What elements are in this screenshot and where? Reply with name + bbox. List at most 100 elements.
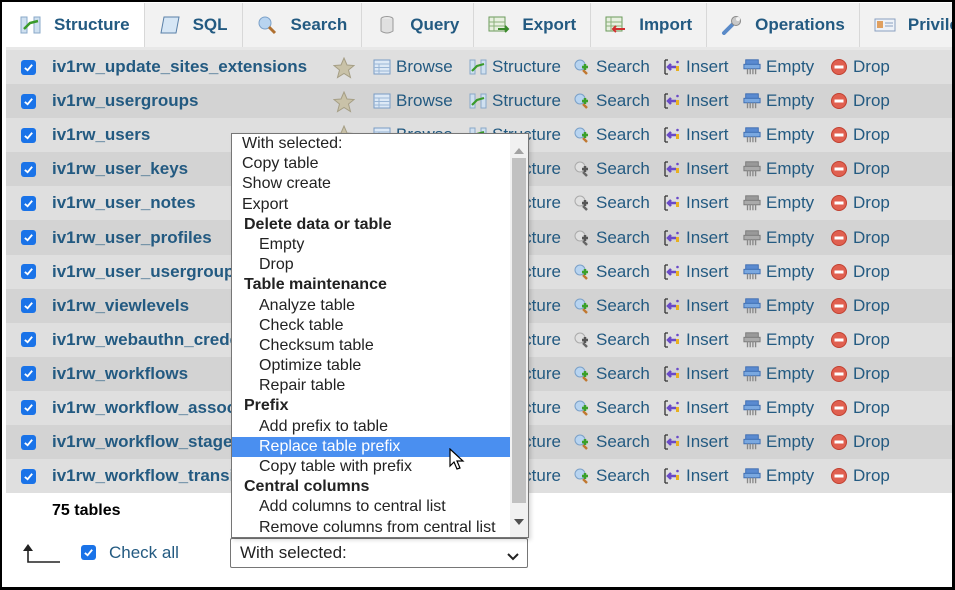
search-link[interactable]: Search <box>573 125 650 145</box>
table-name-link[interactable]: iv1rw_workflow_transit <box>52 466 240 486</box>
scroll-up-arrow-icon[interactable] <box>514 141 524 159</box>
dropdown-scrollbar[interactable] <box>510 134 528 537</box>
empty-link[interactable]: Empty <box>743 432 814 452</box>
table-name-link[interactable]: iv1rw_workflows <box>52 364 188 384</box>
search-link[interactable]: Search <box>573 159 650 179</box>
empty-link[interactable]: Empty <box>743 262 814 282</box>
row-checkbox[interactable] <box>21 127 36 143</box>
empty-link[interactable]: Empty <box>743 466 814 486</box>
with-selected-dropdown[interactable]: With selected: Copy table Show create Expor… <box>231 133 529 538</box>
search-link[interactable]: Search <box>573 193 650 213</box>
dropdown-option[interactable]: Add prefix to table <box>232 417 510 437</box>
row-checkbox[interactable] <box>21 434 36 450</box>
table-name-link[interactable]: iv1rw_update_sites_extensions <box>52 57 307 77</box>
insert-link[interactable]: Insert <box>663 398 729 418</box>
favorite-star-icon[interactable] <box>332 56 356 84</box>
dropdown-option[interactable]: Copy table with prefix <box>232 457 510 477</box>
row-checkbox[interactable] <box>21 59 36 75</box>
empty-link[interactable]: Empty <box>743 398 814 418</box>
drop-link[interactable]: Drop <box>830 228 890 248</box>
search-link[interactable]: Search <box>573 262 650 282</box>
insert-link[interactable]: Insert <box>663 228 729 248</box>
browse-link[interactable]: Browse <box>373 91 453 111</box>
tab-sql[interactable]: SQL <box>144 3 243 47</box>
dropdown-option[interactable]: Add columns to central list <box>232 497 510 517</box>
row-checkbox[interactable] <box>21 195 36 211</box>
tab-query[interactable]: Query <box>362 3 475 47</box>
insert-link[interactable]: Insert <box>663 193 729 213</box>
drop-link[interactable]: Drop <box>830 466 890 486</box>
table-name-link[interactable]: iv1rw_user_notes <box>52 193 196 213</box>
favorite-star-icon[interactable] <box>332 90 356 118</box>
table-name-link[interactable]: iv1rw_viewlevels <box>52 296 189 316</box>
search-link[interactable]: Search <box>573 432 650 452</box>
row-checkbox[interactable] <box>21 400 36 416</box>
search-link[interactable]: Search <box>573 330 650 350</box>
row-checkbox[interactable] <box>21 366 36 382</box>
insert-link[interactable]: Insert <box>663 91 729 111</box>
dropdown-option[interactable]: Empty <box>232 235 510 255</box>
search-link[interactable]: Search <box>573 364 650 384</box>
insert-link[interactable]: Insert <box>663 57 729 77</box>
row-checkbox[interactable] <box>21 332 36 348</box>
search-link[interactable]: Search <box>573 57 650 77</box>
drop-link[interactable]: Drop <box>830 398 890 418</box>
drop-link[interactable]: Drop <box>830 125 890 145</box>
drop-link[interactable]: Drop <box>830 262 890 282</box>
tab-privileges[interactable]: Privileges <box>859 3 952 47</box>
dropdown-option[interactable]: Replace table prefix <box>232 436 510 457</box>
insert-link[interactable]: Insert <box>663 330 729 350</box>
empty-link[interactable]: Empty <box>743 228 814 248</box>
drop-link[interactable]: Drop <box>830 57 890 77</box>
drop-link[interactable]: Drop <box>830 159 890 179</box>
insert-link[interactable]: Insert <box>663 159 729 179</box>
row-checkbox[interactable] <box>21 468 36 484</box>
dropdown-option[interactable]: Remove columns from central list <box>232 518 510 537</box>
search-link[interactable]: Search <box>573 398 650 418</box>
table-name-link[interactable]: iv1rw_user_usergroup_ <box>52 262 244 282</box>
dropdown-option[interactable]: With selected: <box>232 134 510 154</box>
drop-link[interactable]: Drop <box>830 193 890 213</box>
drop-link[interactable]: Drop <box>830 296 890 316</box>
empty-link[interactable]: Empty <box>743 91 814 111</box>
search-link[interactable]: Search <box>573 466 650 486</box>
structure-link[interactable]: Structure <box>469 91 561 111</box>
row-checkbox[interactable] <box>21 298 36 314</box>
tab-operations[interactable]: Operations <box>707 3 860 47</box>
empty-link[interactable]: Empty <box>743 330 814 350</box>
insert-link[interactable]: Insert <box>663 296 729 316</box>
table-name-link[interactable]: iv1rw_users <box>52 125 150 145</box>
empty-link[interactable]: Empty <box>743 125 814 145</box>
scrollbar-thumb[interactable] <box>512 158 526 503</box>
structure-link[interactable]: Structure <box>469 57 561 77</box>
tab-export[interactable]: Export <box>474 3 592 47</box>
table-name-link[interactable]: iv1rw_workflow_assoc <box>52 398 236 418</box>
tab-structure[interactable]: Structure <box>6 3 145 47</box>
dropdown-option[interactable]: Export <box>232 195 510 215</box>
row-checkbox[interactable] <box>21 230 36 246</box>
table-name-link[interactable]: iv1rw_webauthn_crede <box>52 330 239 350</box>
insert-link[interactable]: Insert <box>663 364 729 384</box>
dropdown-option[interactable]: Checksum table <box>232 336 510 356</box>
row-checkbox[interactable] <box>21 264 36 280</box>
empty-link[interactable]: Empty <box>743 296 814 316</box>
check-all-label[interactable]: Check all <box>109 543 179 563</box>
search-link[interactable]: Search <box>573 296 650 316</box>
tab-import[interactable]: Import <box>591 3 708 47</box>
check-all-checkbox[interactable] <box>81 545 96 560</box>
search-link[interactable]: Search <box>573 91 650 111</box>
table-name-link[interactable]: iv1rw_user_profiles <box>52 228 212 248</box>
scroll-down-arrow-icon[interactable] <box>514 512 524 530</box>
insert-link[interactable]: Insert <box>663 432 729 452</box>
insert-link[interactable]: Insert <box>663 262 729 282</box>
drop-link[interactable]: Drop <box>830 364 890 384</box>
empty-link[interactable]: Empty <box>743 57 814 77</box>
with-selected-select[interactable]: With selected: <box>230 538 528 568</box>
table-name-link[interactable]: iv1rw_usergroups <box>52 91 198 111</box>
search-link[interactable]: Search <box>573 228 650 248</box>
drop-link[interactable]: Drop <box>830 330 890 350</box>
empty-link[interactable]: Empty <box>743 159 814 179</box>
dropdown-option[interactable]: Check table <box>232 316 510 336</box>
browse-link[interactable]: Browse <box>373 57 453 77</box>
drop-link[interactable]: Drop <box>830 432 890 452</box>
